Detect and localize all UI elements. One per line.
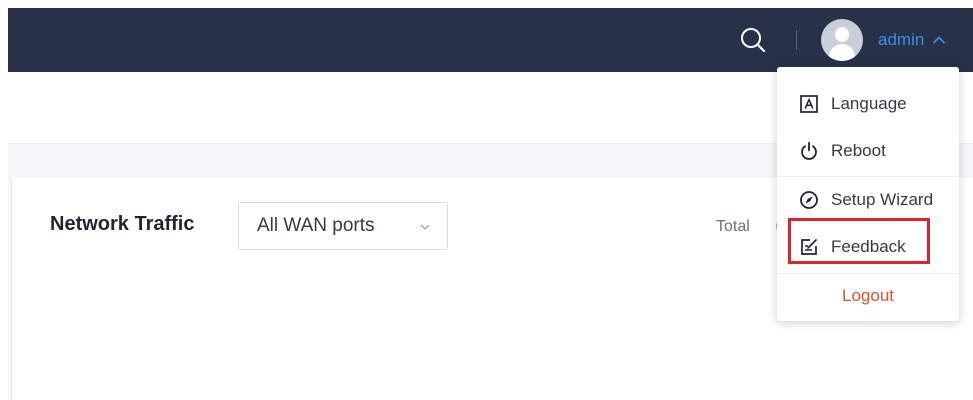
user-dropdown-menu: Language Reboot Setup Wizard Feedback Lo… bbox=[777, 67, 959, 321]
menu-item-label: Language bbox=[831, 94, 907, 113]
search-button[interactable] bbox=[736, 23, 770, 57]
top-navigation-bar: admin bbox=[8, 8, 973, 72]
user-menu-toggle[interactable]: admin bbox=[821, 18, 946, 62]
power-icon bbox=[799, 141, 819, 161]
search-icon bbox=[741, 28, 766, 53]
username-label: admin bbox=[878, 30, 925, 49]
menu-item-label: Reboot bbox=[831, 141, 886, 160]
logout-button[interactable]: Logout bbox=[777, 273, 959, 319]
menu-item-language[interactable]: Language bbox=[777, 81, 959, 127]
language-icon bbox=[799, 94, 819, 114]
app-frame: admin Network Traffic All WAN ports Tota… bbox=[8, 8, 973, 400]
menu-item-reboot[interactable]: Reboot bbox=[777, 128, 959, 174]
menu-item-setup-wizard[interactable]: Setup Wizard bbox=[777, 177, 959, 223]
chevron-up-icon bbox=[933, 36, 946, 44]
edit-note-icon bbox=[799, 237, 819, 257]
menu-item-label: Feedback bbox=[831, 237, 906, 256]
logout-label: Logout bbox=[842, 286, 894, 305]
menu-item-feedback[interactable]: Feedback bbox=[777, 224, 959, 270]
total-legend-label: Total bbox=[716, 218, 750, 235]
compass-icon bbox=[799, 190, 819, 210]
card-title: Network Traffic bbox=[50, 213, 195, 235]
user-avatar-icon bbox=[821, 19, 863, 61]
chevron-down-icon bbox=[420, 224, 430, 230]
wan-port-select[interactable]: All WAN ports bbox=[238, 202, 448, 250]
topbar-divider bbox=[796, 30, 797, 50]
wan-port-select-value: All WAN ports bbox=[257, 215, 375, 236]
menu-item-label: Setup Wizard bbox=[831, 190, 934, 209]
